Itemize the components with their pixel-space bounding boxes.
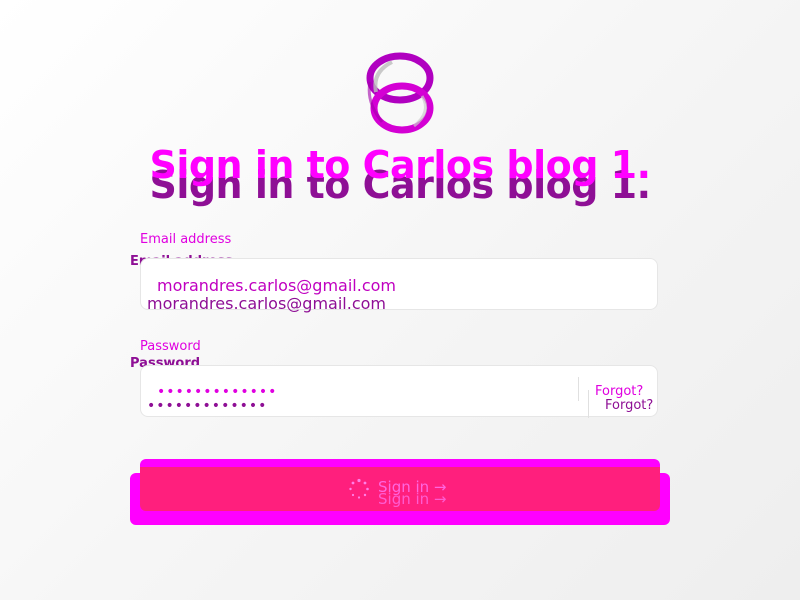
password-input-value-shadow: ••••••••••••• <box>147 398 268 414</box>
email-input-value[interactable]: morandres.carlos@gmail.com <box>157 276 396 295</box>
forgot-password-link[interactable]: Forgot? <box>595 384 643 399</box>
page-title: Sign in to Carlos blog 1. <box>149 143 651 187</box>
password-divider <box>578 377 579 401</box>
blog-logo-icon <box>366 52 434 134</box>
sign-in-button-label-shadow: Sign in → <box>378 490 447 508</box>
email-input-value-shadow: morandres.carlos@gmail.com <box>147 294 386 313</box>
password-label: Password <box>140 339 201 354</box>
email-label: Email address <box>140 232 232 247</box>
loading-spinner-icon <box>349 478 369 499</box>
login-page: Sign in to Carlos blog 1. Sign in to Car… <box>0 0 800 600</box>
forgot-password-link-shadow: Forgot? <box>605 398 654 413</box>
password-divider-shadow <box>588 390 589 418</box>
